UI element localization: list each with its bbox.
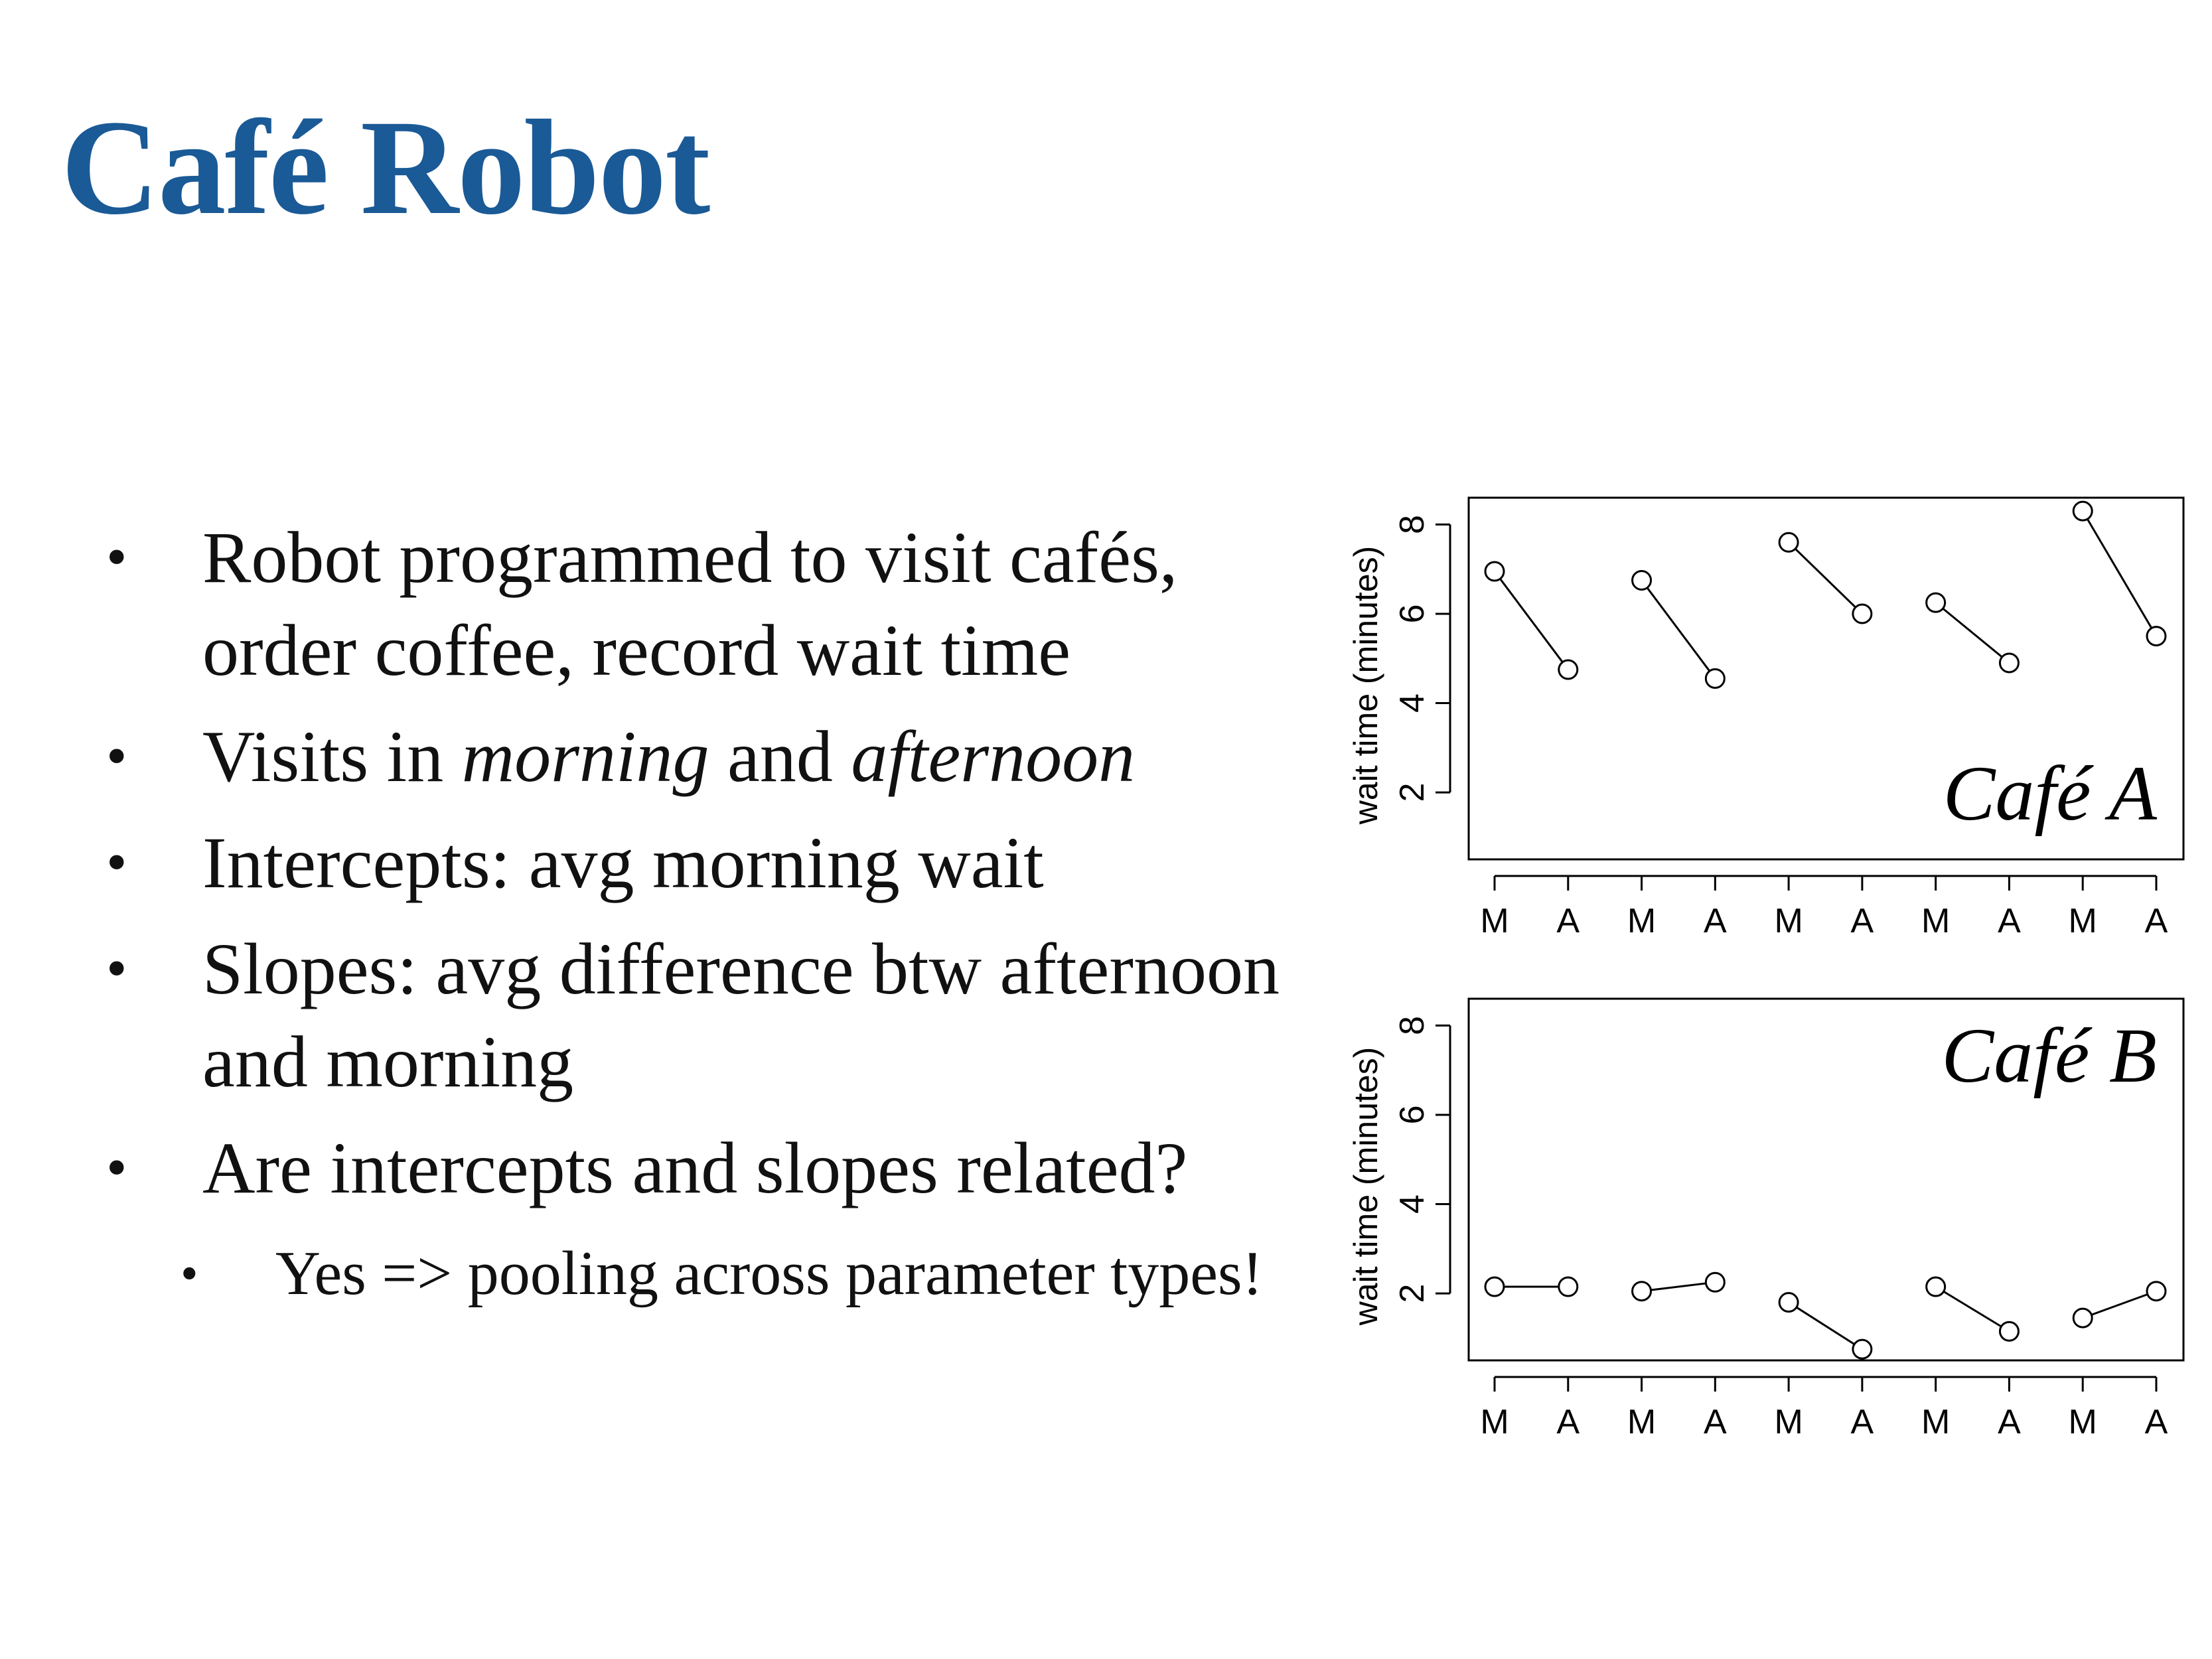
x-tick-label: M (1774, 902, 1803, 940)
bullet-text: Visits in morning and afternoon (202, 716, 1135, 797)
data-point-morning (1631, 569, 1653, 591)
panel-title: Café A (1943, 750, 2158, 837)
x-tick-label: A (1998, 902, 2021, 940)
data-point-afternoon (2146, 1281, 2167, 1302)
x-tick-label: A (2145, 902, 2168, 940)
x-tick-label: M (1774, 1403, 1803, 1441)
series-segment (2087, 518, 2153, 629)
y-axis-label: wait time (minutes) (1347, 546, 1384, 826)
y-tick-label: 8 (1393, 1016, 1432, 1035)
bullet-item: Are intercepts and slopes related? (106, 1121, 1301, 1214)
data-point-afternoon (1852, 1338, 1873, 1360)
series-segment (1499, 578, 1564, 663)
x-tick-label: A (2145, 1403, 2168, 1441)
series-segment (1943, 1290, 2002, 1328)
x-tick-label: M (1627, 902, 1656, 940)
data-point-morning (1484, 561, 1505, 582)
data-point-morning (1778, 1292, 1799, 1313)
data-point-morning (1925, 1276, 1947, 1297)
bullet-item: Robot programmed to visit cafés, order c… (106, 511, 1301, 697)
x-tick-label: A (1851, 902, 1874, 940)
bullet-text-part: Robot programmed to visit cafés, order c… (202, 517, 1178, 691)
bullet-text: Slopes: avg difference btw afternoon and… (202, 928, 1280, 1102)
x-tick-label: A (1556, 902, 1580, 940)
bullet-item: Intercepts: avg morning wait (106, 816, 1301, 909)
data-point-afternoon (1558, 1276, 1579, 1297)
data-point-afternoon (2146, 626, 2167, 647)
y-tick-label: 2 (1393, 1284, 1432, 1303)
bullet-text-part: Slopes: avg difference btw afternoon and… (202, 928, 1280, 1102)
data-point-morning (2072, 500, 2093, 522)
bullet-text-part: Are intercepts and slopes related? (202, 1127, 1188, 1208)
bullet-list: Robot programmed to visit cafés, order c… (106, 511, 1301, 1327)
bullet-item: Visits in morning and afternoon (106, 710, 1301, 803)
series-segment (2091, 1293, 2148, 1316)
slide-title: Café Robot (61, 92, 710, 243)
bullet-text-part: morning (461, 716, 709, 797)
bullet-text: Intercepts: avg morning wait (202, 822, 1044, 903)
y-tick-label: 2 (1393, 783, 1432, 802)
series-segment (1795, 547, 1856, 609)
series-segment (1651, 1282, 1706, 1291)
bullet-text-part: Yes => pooling across parameter types! (275, 1239, 1263, 1308)
x-tick-label: A (1998, 1403, 2021, 1441)
x-tick-label: A (1556, 1403, 1580, 1441)
y-axis-label: wait time (minutes) (1347, 1047, 1384, 1327)
y-tick-label: 6 (1393, 604, 1432, 623)
data-point-morning (1484, 1276, 1505, 1297)
cafe-a-chart: 2 4 6 8 wait time (minutes) M A M A M A M A M A Café A (1347, 496, 2185, 940)
x-tick-label: M (1921, 902, 1950, 940)
data-point-afternoon (1998, 1321, 2020, 1342)
data-point-afternoon (1704, 1271, 1726, 1293)
data-point-morning (1925, 592, 1947, 613)
panel-title: Café B (1942, 1012, 2157, 1099)
bullet-text: Robot programmed to visit cafés, order c… (202, 517, 1177, 691)
x-tick-label: M (1480, 902, 1509, 940)
bullet-text-part: Intercepts: avg morning wait (202, 822, 1044, 903)
data-point-morning (2072, 1307, 2093, 1329)
x-tick-label: M (1921, 1403, 1950, 1441)
x-tick-label: A (1704, 902, 1727, 940)
data-point-afternoon (1998, 652, 2020, 674)
cafe-b-chart: 2 4 6 8 wait time (minutes) M A M A M A M A M A Café B (1347, 997, 2185, 1441)
bullet-text: Are intercepts and slopes related? (202, 1127, 1187, 1208)
x-tick-label: M (2069, 902, 2097, 940)
sub-bullet-item: Yes => pooling across parameter types! (106, 1233, 1301, 1314)
x-tick-label: M (1627, 1403, 1656, 1441)
data-point-afternoon (1852, 603, 1873, 624)
series-segment (1646, 587, 1711, 672)
x-tick-label: A (1704, 1403, 1727, 1441)
y-tick-label: 8 (1393, 515, 1432, 534)
data-point-morning (1631, 1281, 1653, 1302)
x-tick-label: M (2069, 1403, 2097, 1441)
data-point-afternoon (1704, 668, 1726, 689)
x-tick-label: M (1480, 1403, 1509, 1441)
bullet-text-part: afternoon (851, 716, 1136, 797)
bullet-text-part: Visits in (202, 716, 462, 797)
y-tick-label: 4 (1393, 1194, 1432, 1214)
bullet-text: Yes => pooling across parameter types! (275, 1239, 1263, 1308)
y-tick-label: 6 (1393, 1105, 1432, 1124)
bullet-text-part: and (709, 716, 851, 797)
data-point-morning (1778, 532, 1799, 553)
bullet-item: Slopes: avg difference btw afternoon and… (106, 922, 1301, 1108)
x-tick-label: A (1851, 1403, 1874, 1441)
series-segment (1942, 607, 2003, 658)
y-tick-label: 4 (1393, 693, 1432, 713)
series-segment (1796, 1306, 1855, 1345)
data-point-afternoon (1558, 659, 1579, 680)
